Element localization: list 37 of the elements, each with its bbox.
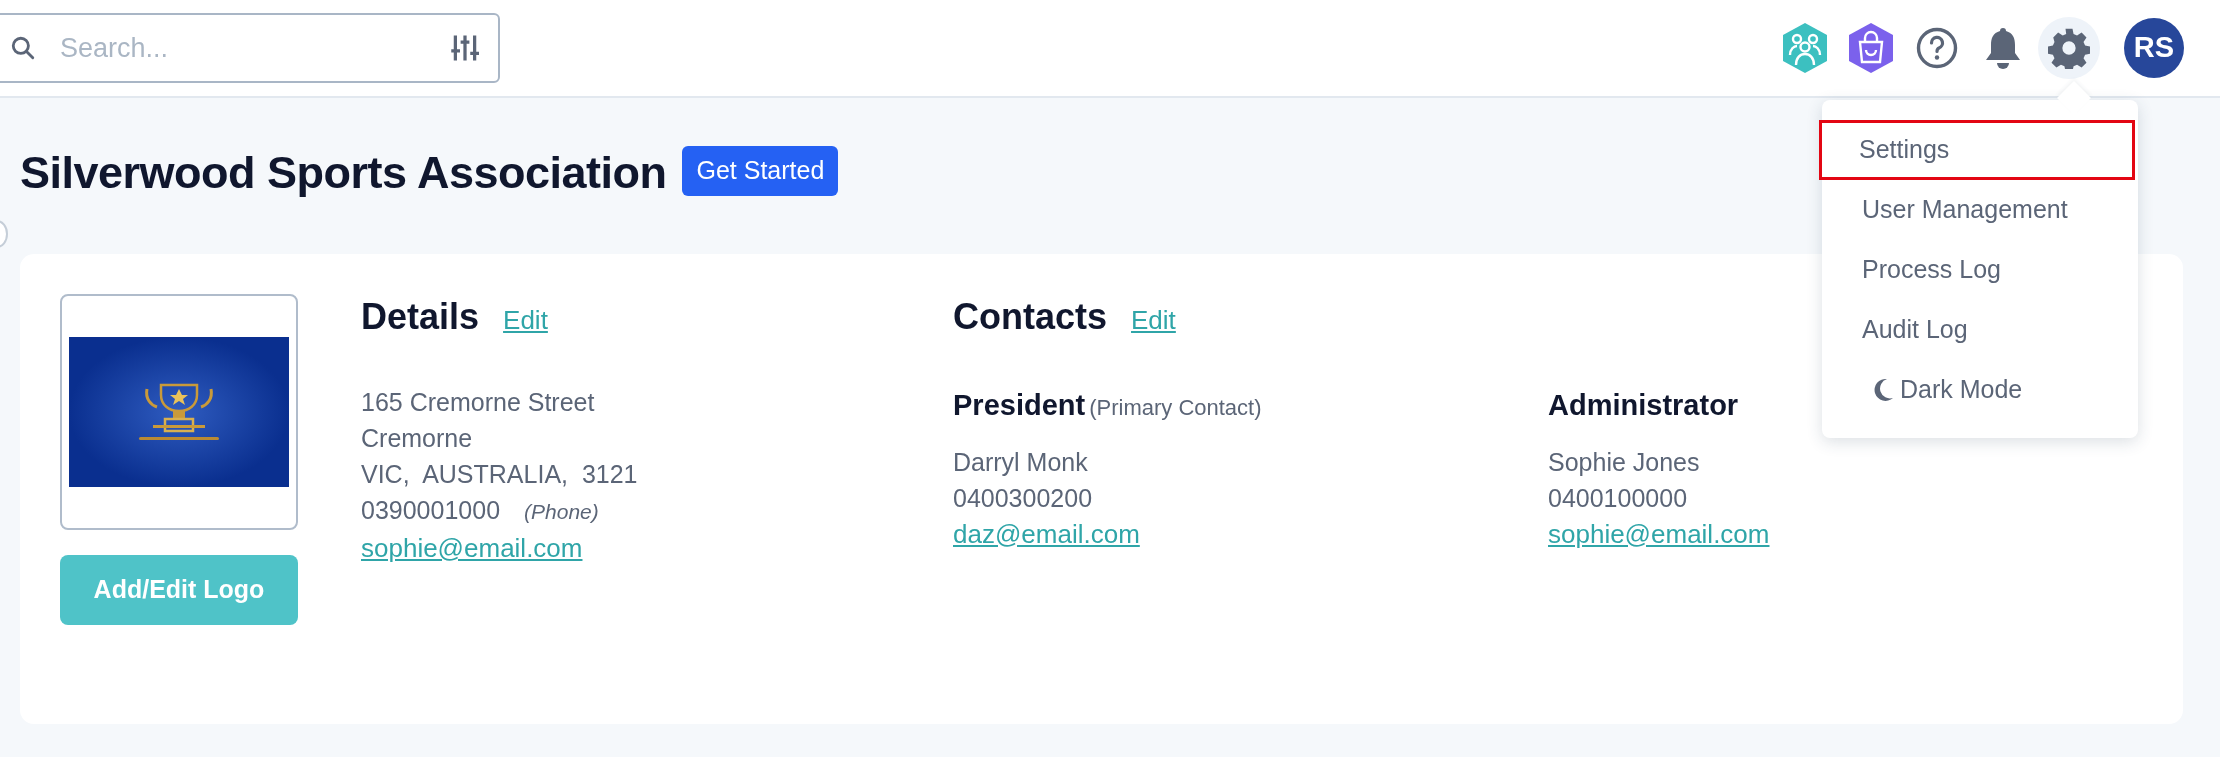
moon-icon (1872, 378, 1894, 402)
contact-name: Sophie Jones (1548, 446, 1701, 478)
help-icon[interactable] (1916, 27, 1958, 69)
menu-item[interactable]: Settings (1819, 120, 2135, 180)
edit-link[interactable]: Edit (1131, 301, 1176, 340)
phone-number: 0400300200 (953, 482, 1094, 514)
edit-link[interactable]: Edit (503, 301, 548, 340)
search-icon (10, 35, 36, 61)
contact-name: Darryl Monk (953, 446, 1089, 478)
address-line: VIC, AUSTRALIA, 3121 (361, 459, 638, 490)
get-started-button[interactable]: Get Started (682, 146, 839, 196)
section-heading: Details (361, 295, 480, 339)
shopping-bag-icon[interactable] (1847, 22, 1895, 74)
phone-number: 0390001000 (361, 495, 501, 526)
section-heading: Contacts (953, 295, 1108, 339)
search-input[interactable]: Search... (58, 26, 428, 70)
contact-role: Administrator (1548, 389, 1739, 421)
menu-item[interactable]: Dark Mode (1822, 360, 2138, 420)
page-title: Silverwood Sports Association (20, 146, 667, 200)
phone-label: (Phone) (524, 499, 599, 525)
email-link[interactable]: sophie@email.com (1548, 515, 1770, 552)
phone-number: 0400100000 (1548, 482, 1689, 514)
contact-note: (Primary Contact) (1089, 395, 1262, 420)
bell-icon[interactable] (1983, 26, 2023, 70)
menu-item[interactable]: Audit Log (1822, 300, 2138, 360)
menu-item[interactable]: Process Log (1822, 240, 2138, 300)
menu-item-label: Dark Mode (1900, 374, 2023, 406)
sliders-icon[interactable] (450, 33, 480, 63)
address-line: 165 Cremorne Street (361, 387, 595, 418)
email-link[interactable]: sophie@email.com (361, 530, 583, 566)
menu-item[interactable]: User Management (1822, 180, 2138, 240)
address-line: Cremorne (361, 423, 473, 454)
email-link[interactable]: daz@email.com (953, 515, 1140, 552)
avatar[interactable]: RS (2124, 18, 2184, 78)
contact-role: President (953, 389, 1086, 421)
search-field[interactable]: Search... (0, 13, 500, 83)
settings-icon (2048, 27, 2090, 69)
